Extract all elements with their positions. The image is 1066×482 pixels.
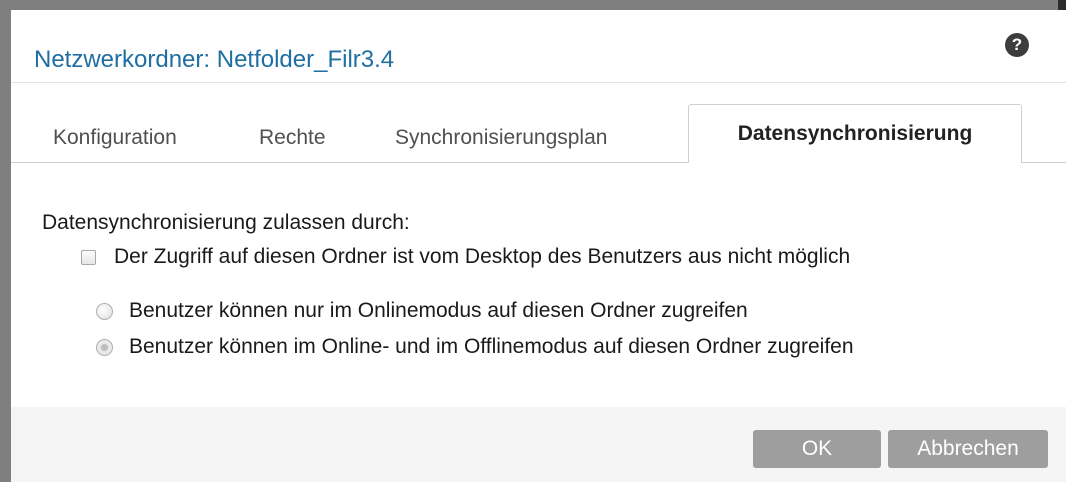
online-offline-radio[interactable] <box>96 338 113 356</box>
window-left-border <box>0 10 11 482</box>
online-offline-radio-row[interactable]: Benutzer können im Online- und im Offlin… <box>96 332 854 362</box>
desktop-access-checkbox-row[interactable]: Der Zugriff auf diesen Ordner ist vom De… <box>81 242 850 272</box>
dialog-title: Netzwerkordner: Netfolder_Filr3.4 <box>34 46 395 73</box>
online-only-radio-row[interactable]: Benutzer können nur im Onlinemodus auf d… <box>96 296 748 326</box>
online-only-radio[interactable] <box>96 302 113 320</box>
tab-konfiguration[interactable]: Konfiguration <box>53 114 177 162</box>
online-offline-radio-label: Benutzer können im Online- und im Offlin… <box>129 335 854 358</box>
desktop-access-checkbox[interactable] <box>81 249 96 265</box>
online-only-radio-label: Benutzer können nur im Onlinemodus auf d… <box>129 299 748 322</box>
ok-button[interactable]: OK <box>753 430 881 468</box>
cancel-button[interactable]: Abbrechen <box>888 430 1048 468</box>
title-divider <box>11 82 1066 83</box>
tab-synchronisierungsplan[interactable]: Synchronisierungsplan <box>395 114 607 162</box>
window-top-border <box>0 0 1066 10</box>
tab-content <box>11 163 1066 407</box>
help-icon[interactable]: ? <box>1005 33 1029 57</box>
section-label: Datensynchronisierung zulassen durch: <box>42 211 410 234</box>
desktop-access-checkbox-label: Der Zugriff auf diesen Ordner ist vom De… <box>114 245 851 268</box>
tab-datensynchronisierung-label: Datensynchronisierung <box>737 122 973 145</box>
netfolder-dialog: Netzwerkordner: Netfolder_Filr3.4 ? Konf… <box>11 10 1066 482</box>
tab-rechte-label: Rechte <box>259 126 326 149</box>
tab-konfiguration-label: Konfiguration <box>53 126 177 149</box>
tab-rechte[interactable]: Rechte <box>259 114 326 162</box>
tab-synchronisierungsplan-label: Synchronisierungsplan <box>395 126 608 149</box>
tab-datensynchronisierung[interactable]: Datensynchronisierung <box>688 104 1022 163</box>
